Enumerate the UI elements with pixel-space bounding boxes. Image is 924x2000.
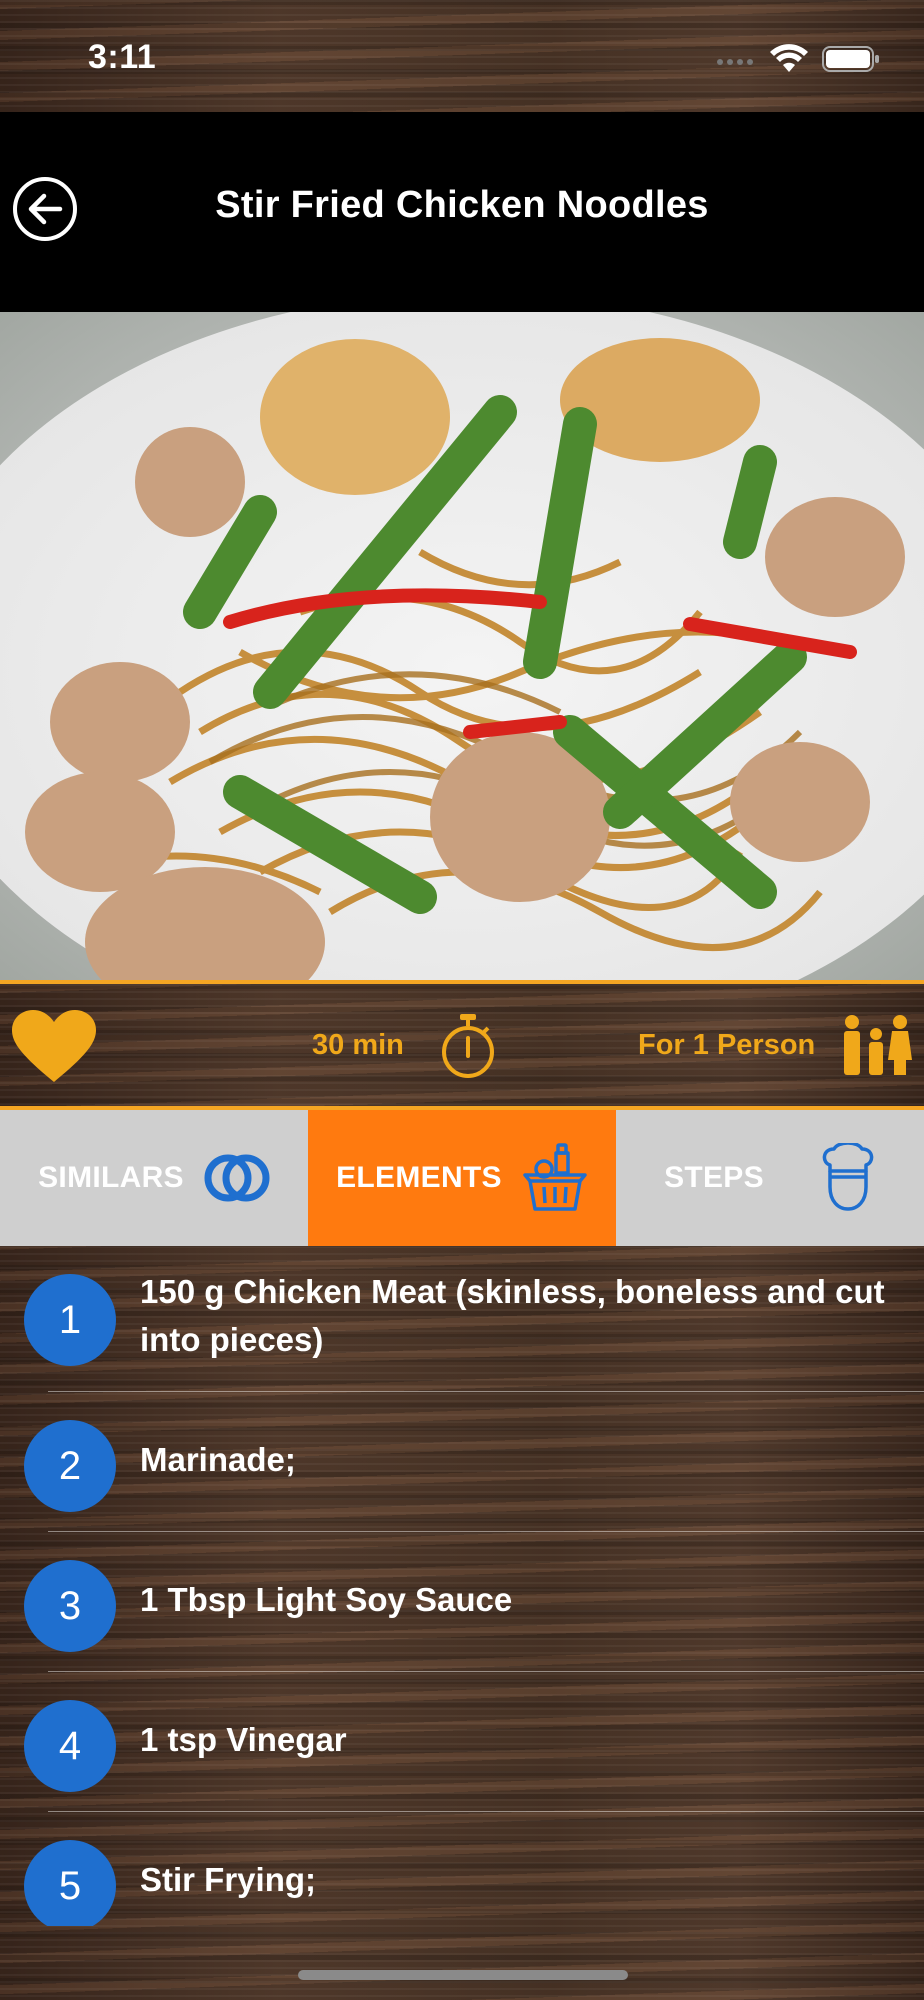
page-title: Stir Fried Chicken Noodles [215, 184, 709, 226]
item-text: 150 g Chicken Meat (skinless, boneless a… [140, 1273, 885, 1358]
tab-elements[interactable]: ELEMENTS [308, 1110, 616, 1246]
cook-time-label: 30 min [312, 1029, 404, 1061]
family-icon [840, 1014, 912, 1083]
battery-icon [822, 46, 879, 72]
tab-steps-label: STEPS [664, 1161, 764, 1194]
tab-elements-label: ELEMENTS [336, 1161, 502, 1194]
tab-similars-label: SIMILARS [38, 1161, 184, 1194]
favorite-heart-icon[interactable] [12, 1010, 96, 1089]
recipe-tabs: SIMILARS ELEMENTS STEPS [0, 1110, 924, 1246]
item-number-badge: 1 [24, 1274, 116, 1366]
item-number-badge: 4 [24, 1700, 116, 1792]
tab-steps[interactable]: STEPS [616, 1110, 924, 1246]
item-text: Stir Frying; [140, 1861, 317, 1898]
home-indicator[interactable] [298, 1970, 628, 1980]
item-number-badge: 5 [24, 1840, 116, 1926]
list-item[interactable]: 5 Stir Frying; [0, 1812, 924, 1926]
list-item[interactable]: 2 Marinade; [0, 1392, 924, 1532]
list-item[interactable]: 4 1 tsp Vinegar [0, 1672, 924, 1812]
item-number-badge: 2 [24, 1420, 116, 1512]
wifi-icon [770, 44, 808, 72]
tab-similars[interactable]: SIMILARS [0, 1110, 308, 1246]
item-text: 1 tsp Vinegar [140, 1721, 347, 1758]
back-button[interactable] [12, 176, 78, 242]
item-text: 1 Tbsp Light Soy Sauce [140, 1581, 513, 1618]
status-bar: 3:11 [0, 0, 924, 112]
basket-icon [523, 1143, 587, 1211]
recipe-photo [0, 312, 924, 980]
navigation-header: Stir Fried Chicken Noodles [0, 112, 924, 312]
list-item[interactable]: 1 150 g Chicken Meat (skinless, boneless… [0, 1246, 924, 1392]
servings-label: For 1 Person [638, 1029, 816, 1061]
stopwatch-icon [440, 1014, 496, 1085]
status-icons [716, 42, 880, 76]
chef-icon [822, 1143, 874, 1211]
recipe-info-bar: 30 min For 1 Person [0, 980, 924, 1110]
list-item[interactable]: 3 1 Tbsp Light Soy Sauce [0, 1532, 924, 1672]
back-arrow-icon [13, 177, 77, 241]
rings-icon [204, 1154, 270, 1202]
ingredient-list: 1 150 g Chicken Meat (skinless, boneless… [0, 1246, 924, 1926]
item-number-badge: 3 [24, 1560, 116, 1652]
status-time: 3:11 [88, 38, 157, 76]
item-text: Marinade; [140, 1441, 296, 1478]
signal-icon [717, 59, 753, 65]
